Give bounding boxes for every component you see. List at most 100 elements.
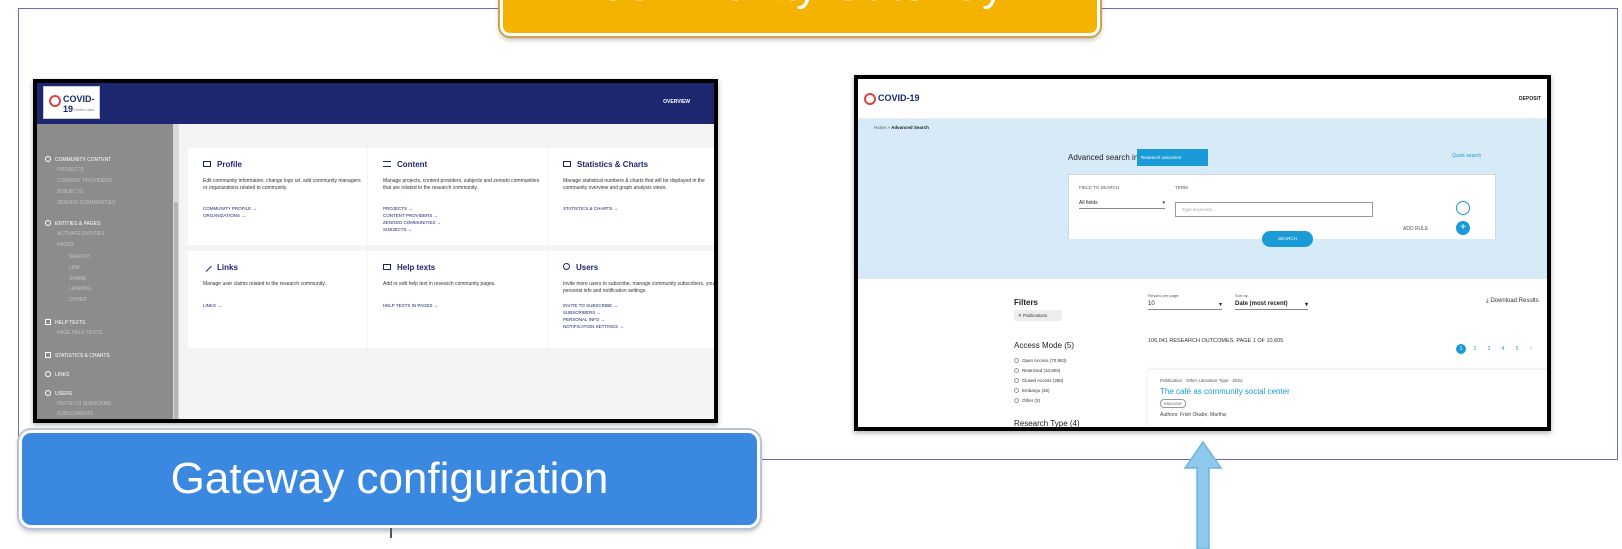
sidebar-search[interactable]: SEARCH (69, 254, 90, 260)
filters-heading: Filters (1014, 298, 1039, 307)
rpp-value: 10 (1148, 301, 1155, 307)
sidebar-landing[interactable]: LANDING (69, 286, 91, 292)
access-option[interactable]: Closed Access (355) (1014, 378, 1063, 383)
edit-icon (383, 264, 391, 270)
card-title-text: Statistics & Charts (577, 160, 649, 169)
link-icon (202, 262, 212, 272)
card-users-title: Users (563, 263, 598, 272)
divider-tick (390, 528, 392, 538)
sidebar-share[interactable]: SHARE (69, 276, 86, 282)
link-organizations[interactable]: ORGANIZATIONS → (203, 213, 246, 218)
link-links[interactable]: LINKS → (203, 303, 222, 308)
add-rule-icon[interactable]: + (1456, 221, 1470, 235)
card-links-desc: Manage user claims related to the resear… (203, 281, 326, 287)
card-title-text: Users (576, 263, 599, 272)
sidebar-content-providers[interactable]: CONTENT PROVIDERS (57, 178, 112, 184)
card-statistics-desc: Manage statistical numbers & charts that… (563, 178, 705, 191)
briefcase-icon (203, 161, 211, 167)
deposit-link[interactable]: DEPOSIT (1519, 96, 1541, 102)
card-content: Content Manage projects, content provide… (368, 148, 547, 245)
radio-icon (1014, 388, 1019, 393)
card-help-desc: Add or edit help text in research commun… (383, 281, 496, 287)
result-title[interactable]: The café as community social center (1160, 387, 1290, 396)
result-card: Publication · Other Literature Type · 20… (1148, 369, 1547, 427)
quick-search-link[interactable]: Quick search (1452, 153, 1481, 159)
sidebar-projects[interactable]: PROJECTS (57, 167, 84, 173)
results-count: 106,041 RESEARCH OUTCOMES, PAGE 1 OF 10,… (1148, 338, 1284, 344)
link-projects[interactable]: PROJECTS → (383, 206, 413, 211)
sidebar-links[interactable]: LINKS (45, 371, 69, 378)
field-select[interactable]: All fields ▾ (1079, 200, 1165, 209)
access-option[interactable]: Restricted (10,800) (1014, 368, 1060, 373)
sidebar-users[interactable]: USERS (45, 390, 72, 397)
access-option[interactable]: Other (3) (1014, 398, 1040, 403)
sidebar-activate-entities[interactable]: ACTIVATE ENTITIES (57, 231, 105, 237)
sidebar-entities-pages[interactable]: ENTITIES & PAGES (45, 220, 100, 227)
sidebar-label: STATISTICS & CHARTS (55, 353, 110, 359)
link-notification-settings[interactable]: NOTIFICATION SETTINGS → (563, 324, 624, 329)
link-subscribers[interactable]: SUBSCRIBERS → (563, 310, 601, 315)
sidebar-community-content[interactable]: COMMUNITY CONTENT (45, 156, 111, 163)
card-title-text: Content (397, 160, 428, 169)
link-subjects[interactable]: SUBJECTS → (383, 227, 412, 232)
sidebar-label: HELP TEXTS (55, 320, 86, 326)
sidebar-statistics[interactable]: STATISTICS & CHARTS (45, 352, 110, 359)
access-option-label: Open Access (70,953) (1022, 358, 1067, 363)
field-select-value: All fields (1079, 200, 1098, 206)
scrollbar-thumb[interactable] (174, 202, 178, 419)
sidebar-label: USERS (55, 391, 73, 397)
search-button[interactable]: SEARCH (1262, 231, 1313, 247)
result-language-badge: ENGLISH (1160, 399, 1186, 408)
link-invite[interactable]: INVITE TO SUBSCRIBE → (563, 303, 618, 308)
sidebar-link[interactable]: LINK (69, 265, 80, 271)
globe-icon (45, 220, 51, 226)
sort-by-select[interactable]: Date (most recent) ▾ (1235, 301, 1308, 310)
chevron-down-icon: ▾ (1218, 302, 1222, 308)
public-logo[interactable]: COVID-19 (862, 85, 922, 113)
page-2[interactable]: 2 (1470, 344, 1480, 354)
link-statistics-charts[interactable]: STATISTICS & CHARTS → (563, 206, 618, 211)
sidebar-zenodo[interactable]: ZENODO COMMUNITIES (57, 200, 115, 206)
card-profile: Profile Edit community information, chan… (188, 148, 367, 245)
next-page-icon[interactable]: › (1526, 344, 1536, 354)
radio-icon (1014, 368, 1019, 373)
remove-rule-icon[interactable] (1456, 201, 1470, 215)
page-1[interactable]: 1 (1456, 344, 1466, 354)
access-option[interactable]: Embargo (26) (1014, 388, 1050, 393)
user-icon (45, 390, 51, 396)
download-results-link[interactable]: ⤓ Download Results (1486, 298, 1539, 305)
link-content-providers[interactable]: CONTENT PROVIDERS → (383, 213, 438, 218)
card-links-title: Links (202, 262, 238, 272)
breadcrumb-home[interactable]: Home > (874, 125, 891, 130)
sort-value: Date (most recent) (1235, 301, 1288, 307)
user-icon (563, 263, 570, 270)
card-statistics: Statistics & Charts Manage statistical n… (548, 148, 714, 245)
search-scope-select[interactable]: Research outcomes (1137, 149, 1208, 166)
filter-chip-publications[interactable]: ✕ Publications (1014, 310, 1062, 321)
admin-nav-overview[interactable]: OVERVIEW (663, 99, 690, 105)
access-option[interactable]: Open Access (70,953) (1014, 358, 1067, 363)
logo-virus-icon (49, 95, 61, 107)
admin-header: COVID-19 United data OVERVIEW (37, 83, 714, 124)
sidebar-subjects[interactable]: SUBJECTS (57, 189, 83, 195)
results-per-page-label: Results per page: (1148, 293, 1180, 298)
sidebar-pages[interactable]: PAGES (57, 242, 74, 248)
sort-by-label: Sort by: (1235, 293, 1249, 298)
sidebar-subscribers[interactable]: SUBSCRIBERS (57, 411, 93, 417)
sidebar-page-help-texts[interactable]: PAGE HELP TEXTS (57, 330, 102, 336)
page-5[interactable]: 5 (1512, 344, 1522, 354)
sidebar-other[interactable]: OTHER (69, 297, 87, 303)
page-4[interactable]: 4 (1498, 344, 1508, 354)
card-title-text: Help texts (397, 263, 436, 272)
link-community-profile[interactable]: COMMUNITY PROFILE → (203, 206, 257, 211)
pagination: 1 2 3 4 5 › (1456, 337, 1540, 355)
link-zenodo-communities[interactable]: ZENODO COMMUNITIES → (383, 220, 441, 225)
page-3[interactable]: 3 (1484, 344, 1494, 354)
card-help-title: Help texts (383, 263, 435, 272)
sidebar-invite[interactable]: INVITE TO SUBSCRIBE (57, 401, 112, 407)
results-per-page-select[interactable]: 10 ▾ (1148, 301, 1222, 310)
link-personal-info[interactable]: PERSONAL INFO → (563, 317, 605, 322)
term-input[interactable]: Type keywords... (1175, 202, 1373, 217)
sidebar-help-texts[interactable]: HELP TEXTS (45, 319, 85, 326)
link-help-texts-in-pages[interactable]: HELP TEXTS IN PAGES → (383, 303, 438, 308)
